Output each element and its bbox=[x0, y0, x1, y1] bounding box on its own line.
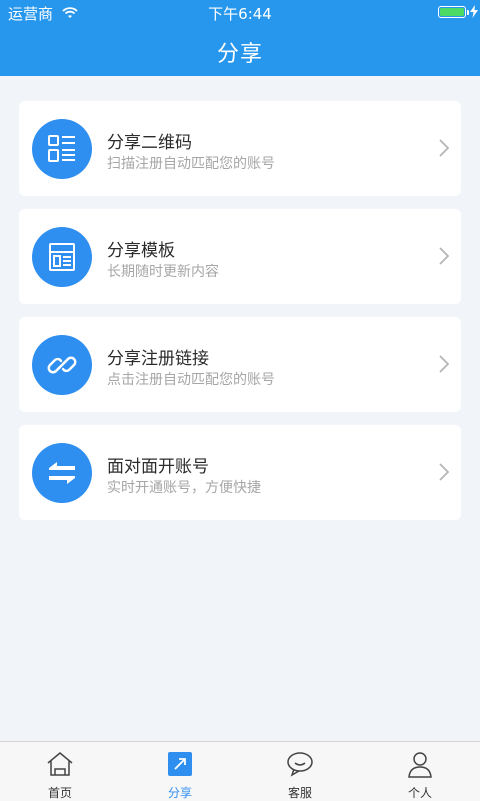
template-icon bbox=[32, 227, 92, 287]
exchange-icon bbox=[32, 443, 92, 503]
item-title: 分享模板 bbox=[107, 241, 175, 261]
item-title: 分享二维码 bbox=[107, 133, 192, 153]
chat-bubble-icon bbox=[287, 752, 313, 777]
battery-tip bbox=[467, 10, 469, 15]
chevron-right-icon bbox=[439, 355, 449, 373]
bottom-tab-bar: 首页 分享 客服 个人 bbox=[0, 741, 480, 801]
item-subtitle: 长期随时更新内容 bbox=[107, 264, 219, 280]
tab-label: 客服 bbox=[287, 786, 312, 800]
item-subtitle: 扫描注册自动匹配您的账号 bbox=[107, 156, 275, 172]
chevron-right-icon bbox=[439, 247, 449, 265]
face-to-face-account-item[interactable]: 面对面开账号 实时开通账号，方便快捷 bbox=[19, 425, 461, 520]
app-header: 运营商 下午6:44 分享 bbox=[0, 0, 480, 76]
tab-personal[interactable]: 个人 bbox=[360, 742, 480, 801]
qr-code-icon bbox=[32, 119, 92, 179]
item-subtitle: 实时开通账号，方便快捷 bbox=[107, 480, 261, 496]
status-time: 下午6:44 bbox=[208, 5, 272, 23]
share-icon bbox=[168, 752, 192, 776]
chevron-right-icon bbox=[439, 139, 449, 157]
home-icon bbox=[47, 752, 73, 776]
tab-home[interactable]: 首页 bbox=[0, 742, 120, 801]
chevron-right-icon bbox=[439, 463, 449, 481]
charging-icon bbox=[470, 4, 478, 22]
item-title: 分享注册链接 bbox=[107, 349, 209, 369]
status-bar: 运营商 下午6:44 bbox=[0, 0, 480, 24]
battery-icon bbox=[438, 6, 466, 18]
share-qr-code-item[interactable]: 分享二维码 扫描注册自动匹配您的账号 bbox=[19, 101, 461, 196]
tab-label: 分享 bbox=[167, 786, 192, 800]
item-subtitle: 点击注册自动匹配您的账号 bbox=[107, 372, 275, 388]
link-icon bbox=[32, 335, 92, 395]
item-title: 面对面开账号 bbox=[107, 457, 209, 477]
tab-label: 个人 bbox=[407, 786, 432, 800]
tab-share[interactable]: 分享 bbox=[120, 742, 240, 801]
share-template-item[interactable]: 分享模板 长期随时更新内容 bbox=[19, 209, 461, 304]
tab-label: 首页 bbox=[47, 786, 72, 800]
user-icon bbox=[408, 752, 432, 778]
page-title: 分享 bbox=[216, 42, 263, 67]
share-register-link-item[interactable]: 分享注册链接 点击注册自动匹配您的账号 bbox=[19, 317, 461, 412]
tab-customer-service[interactable]: 客服 bbox=[240, 742, 360, 801]
